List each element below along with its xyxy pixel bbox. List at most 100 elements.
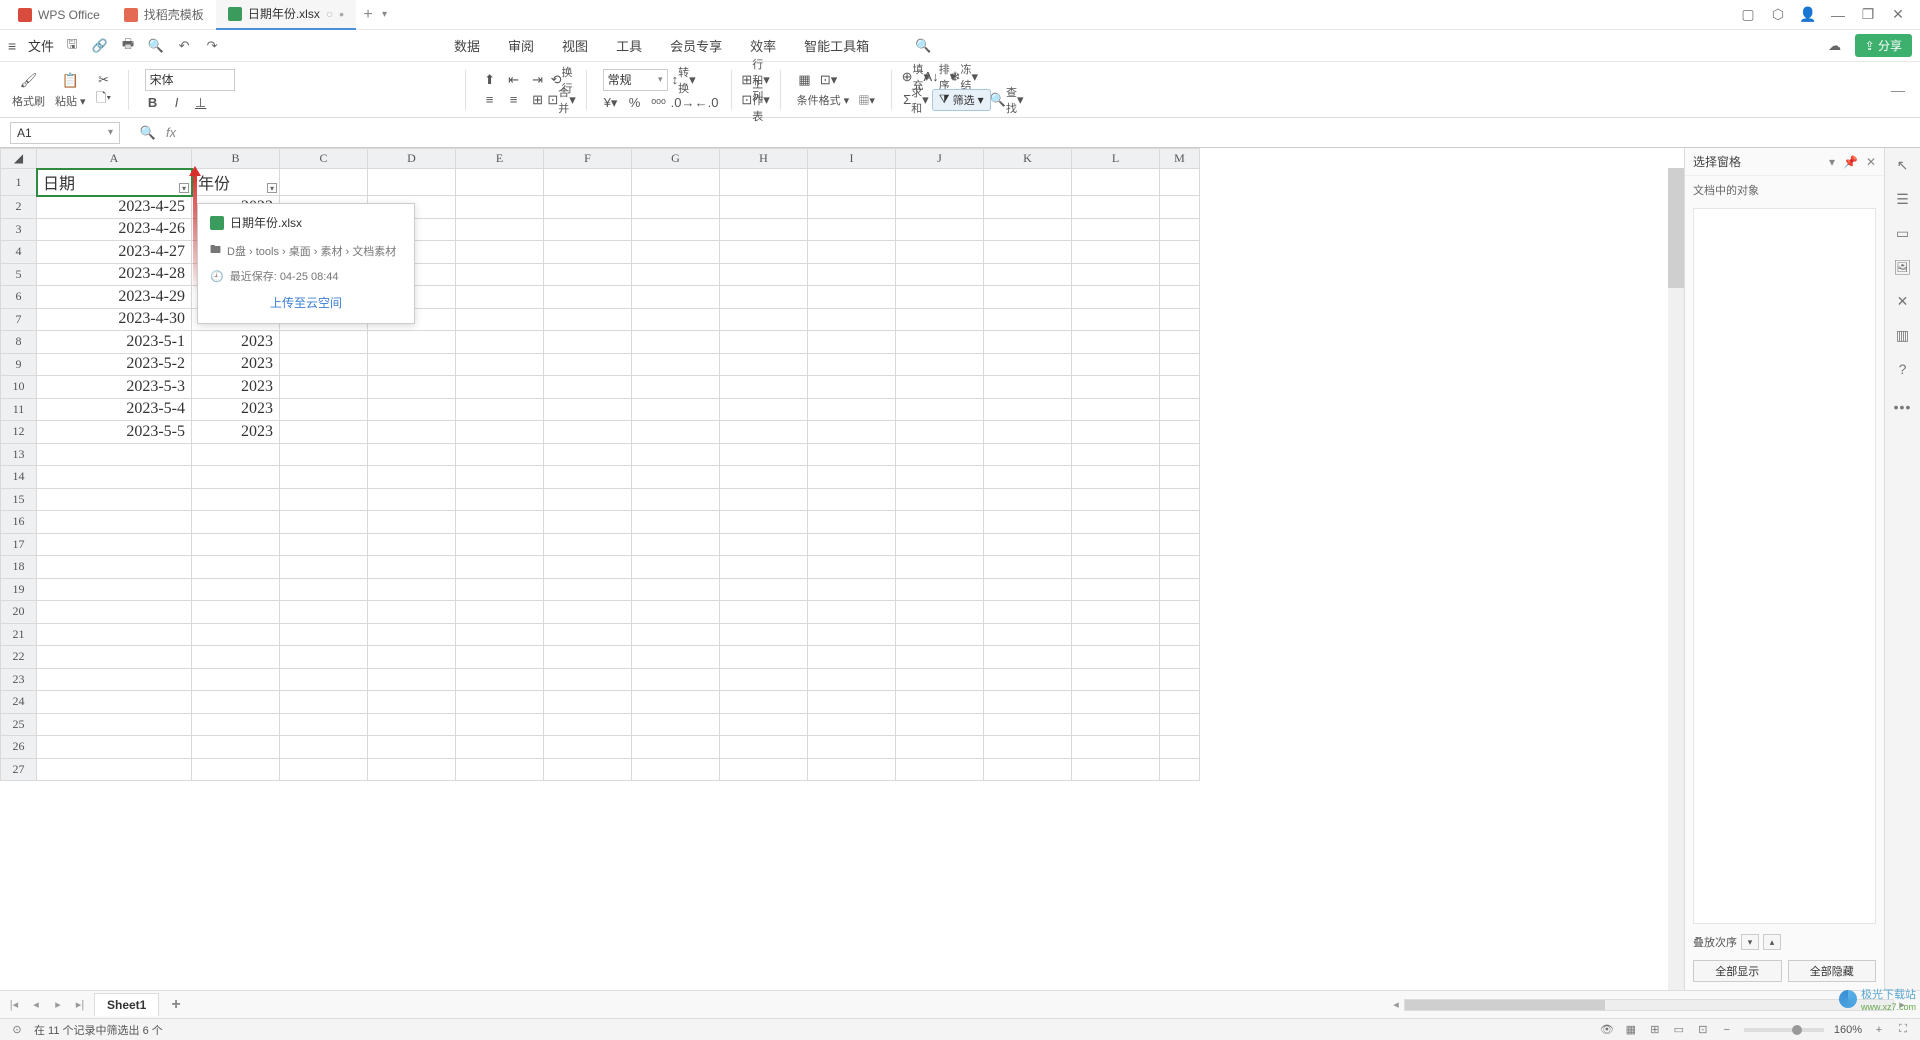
cell[interactable] bbox=[720, 488, 808, 511]
cell[interactable] bbox=[544, 578, 632, 601]
cell[interactable] bbox=[456, 196, 544, 219]
cell[interactable] bbox=[896, 578, 984, 601]
cell[interactable] bbox=[984, 443, 1072, 466]
name-box-dropdown-icon[interactable]: ▾ bbox=[108, 127, 113, 138]
cell[interactable] bbox=[1072, 668, 1160, 691]
cell[interactable] bbox=[1072, 736, 1160, 759]
col-header-I[interactable]: I bbox=[808, 149, 896, 169]
cell[interactable] bbox=[280, 331, 368, 354]
cell[interactable] bbox=[896, 218, 984, 241]
cell-A1[interactable]: 日期▾ bbox=[37, 169, 192, 196]
cell[interactable] bbox=[896, 713, 984, 736]
row-header[interactable]: 3 bbox=[1, 218, 37, 241]
cell[interactable] bbox=[632, 713, 720, 736]
cell[interactable] bbox=[1072, 376, 1160, 399]
cell[interactable] bbox=[544, 376, 632, 399]
thousands-icon[interactable]: ᵒᵒᵒ bbox=[651, 95, 667, 111]
align-distribute-icon[interactable]: ⊞ bbox=[530, 92, 546, 108]
view-normal-icon[interactable]: ⊞ bbox=[1648, 1023, 1662, 1037]
cell[interactable] bbox=[808, 578, 896, 601]
menu-tools[interactable]: 工具 bbox=[616, 36, 642, 55]
cell[interactable] bbox=[808, 421, 896, 444]
cell[interactable] bbox=[544, 443, 632, 466]
cell[interactable] bbox=[896, 241, 984, 264]
scrollbar-thumb[interactable] bbox=[1668, 168, 1684, 288]
cell[interactable] bbox=[368, 668, 456, 691]
close-icon[interactable]: ✕ bbox=[1866, 155, 1876, 169]
cell[interactable] bbox=[192, 736, 280, 759]
cell[interactable] bbox=[456, 466, 544, 489]
cell[interactable] bbox=[456, 308, 544, 331]
cell[interactable] bbox=[632, 353, 720, 376]
cell[interactable] bbox=[544, 353, 632, 376]
cell[interactable] bbox=[544, 758, 632, 781]
cell[interactable] bbox=[720, 533, 808, 556]
cell[interactable] bbox=[632, 646, 720, 669]
filter-dropdown-icon[interactable]: ▾ bbox=[179, 183, 189, 193]
cell[interactable] bbox=[280, 646, 368, 669]
cell[interactable] bbox=[632, 286, 720, 309]
cell[interactable] bbox=[896, 263, 984, 286]
cell[interactable] bbox=[1072, 601, 1160, 624]
spreadsheet-grid[interactable]: ◢ A B C D E F G H I J K L M 1 日期 bbox=[0, 148, 1200, 781]
cell[interactable] bbox=[808, 601, 896, 624]
app-tab-wps[interactable]: WPS Office bbox=[6, 0, 112, 30]
cell[interactable] bbox=[1160, 331, 1200, 354]
cell[interactable] bbox=[632, 488, 720, 511]
cell[interactable] bbox=[984, 713, 1072, 736]
cell[interactable] bbox=[37, 646, 192, 669]
cell[interactable] bbox=[192, 488, 280, 511]
hide-all-button[interactable]: 全部隐藏 bbox=[1788, 960, 1877, 982]
cell[interactable] bbox=[1072, 421, 1160, 444]
row-header[interactable]: 10 bbox=[1, 376, 37, 399]
cell[interactable] bbox=[1160, 466, 1200, 489]
cell[interactable] bbox=[1160, 713, 1200, 736]
pin-icon[interactable]: 📌 bbox=[1843, 155, 1858, 169]
col-header-J[interactable]: J bbox=[896, 149, 984, 169]
cell[interactable] bbox=[632, 241, 720, 264]
cell[interactable] bbox=[808, 736, 896, 759]
tools-icon[interactable]: ✕ bbox=[1894, 292, 1912, 310]
cell[interactable] bbox=[720, 196, 808, 219]
sum-button[interactable]: Σ 求和▾ bbox=[908, 92, 924, 108]
cell[interactable] bbox=[896, 488, 984, 511]
col-header-E[interactable]: E bbox=[456, 149, 544, 169]
cell[interactable] bbox=[632, 169, 720, 196]
cell[interactable] bbox=[456, 169, 544, 196]
cell[interactable] bbox=[720, 466, 808, 489]
cell[interactable] bbox=[280, 376, 368, 399]
col-header-B[interactable]: B bbox=[192, 149, 280, 169]
name-box[interactable]: A1 ▾ bbox=[10, 122, 120, 144]
cell[interactable] bbox=[368, 623, 456, 646]
scrollbar-thumb[interactable] bbox=[1405, 1000, 1605, 1010]
cell[interactable] bbox=[808, 511, 896, 534]
view-break-icon[interactable]: ⊡ bbox=[1696, 1023, 1710, 1037]
cell[interactable] bbox=[720, 376, 808, 399]
cell[interactable] bbox=[192, 623, 280, 646]
cell[interactable] bbox=[192, 511, 280, 534]
cell[interactable] bbox=[984, 668, 1072, 691]
cell[interactable] bbox=[1160, 533, 1200, 556]
col-header-D[interactable]: D bbox=[368, 149, 456, 169]
cell[interactable] bbox=[280, 421, 368, 444]
cell[interactable] bbox=[1160, 646, 1200, 669]
cell[interactable] bbox=[808, 286, 896, 309]
cell[interactable] bbox=[984, 691, 1072, 714]
italic-button[interactable]: I bbox=[169, 95, 185, 111]
cell[interactable] bbox=[1072, 263, 1160, 286]
cell[interactable] bbox=[280, 533, 368, 556]
cloud-icon[interactable]: ☁ bbox=[1827, 38, 1843, 54]
cell[interactable] bbox=[280, 578, 368, 601]
cell[interactable] bbox=[1072, 511, 1160, 534]
cell[interactable] bbox=[896, 668, 984, 691]
col-header-A[interactable]: A bbox=[37, 149, 192, 169]
cell[interactable] bbox=[368, 398, 456, 421]
font-name-select[interactable]: 宋体 bbox=[145, 69, 235, 91]
cell[interactable] bbox=[456, 533, 544, 556]
cell[interactable] bbox=[37, 578, 192, 601]
cell[interactable] bbox=[192, 556, 280, 579]
sheet-tab-active[interactable]: Sheet1 bbox=[94, 993, 159, 1016]
cell[interactable] bbox=[808, 488, 896, 511]
cell[interactable] bbox=[808, 691, 896, 714]
help-icon[interactable]: ? bbox=[1894, 360, 1912, 378]
